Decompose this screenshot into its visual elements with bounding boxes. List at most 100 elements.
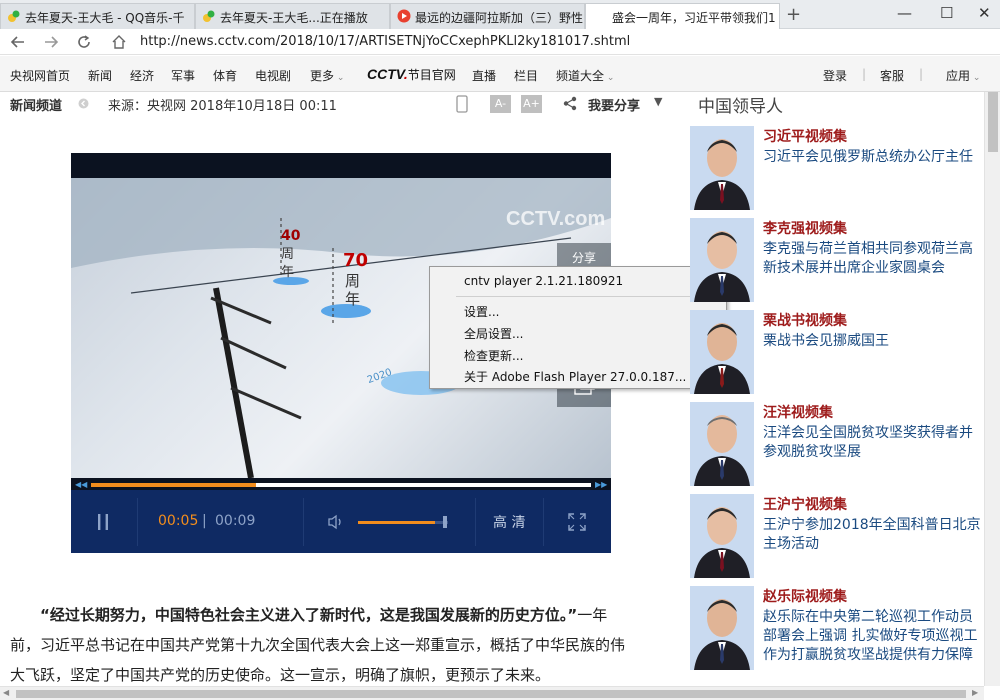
label-40-unit: 周年 xyxy=(281,247,295,280)
leader-headline[interactable]: 汪洋会见全国脱贫攻坚奖获得者并参观脱贫攻坚展 xyxy=(763,424,984,462)
close-window-button[interactable]: ✕ xyxy=(978,4,991,22)
nav-channels[interactable]: 频道大全 ⌄ xyxy=(556,67,614,84)
cctv-watermark: CCTV.com xyxy=(506,208,606,230)
qq-music-icon xyxy=(8,10,20,22)
apps-menu[interactable]: 应用 ⌄ xyxy=(946,67,980,84)
nav-tv-drama[interactable]: 电视剧 xyxy=(255,67,291,84)
scroll-left-arrow-icon[interactable]: ◀ xyxy=(3,688,9,697)
leader-portrait[interactable] xyxy=(690,586,754,670)
leader-portrait[interactable] xyxy=(690,126,754,210)
font-larger-button[interactable]: A+ xyxy=(521,95,542,113)
divider: | xyxy=(919,67,924,81)
nav-news[interactable]: 新闻 xyxy=(88,67,112,84)
leader-portrait[interactable] xyxy=(690,494,754,578)
rewind-arrow-icon[interactable]: ◀◀ xyxy=(75,480,87,489)
vertical-scroll-thumb[interactable] xyxy=(988,92,998,152)
leader-item[interactable]: 栗战书视频集 栗战书会见挪威国王 xyxy=(690,310,984,402)
minimize-button[interactable]: — xyxy=(897,4,912,22)
home-icon[interactable] xyxy=(111,34,127,50)
tab-title: 最远的边疆阿拉斯加（三）野性 xyxy=(415,11,584,25)
cctv-logo-text: CCTV xyxy=(367,66,404,82)
leader-name[interactable]: 习近平视频集 xyxy=(763,126,847,146)
tab-qq-music-1[interactable]: 去年夏天-王大毛 - QQ音乐-千 xyxy=(0,3,195,29)
nav-columns[interactable]: 栏目 xyxy=(514,67,538,84)
quality-button[interactable]: 高 清 xyxy=(493,512,525,532)
article-line-2: 前，习近平总书记在中国共产党第十九次全国代表大会上这一郑重宣示，概括了中华民族的… xyxy=(10,636,626,654)
refresh-icon[interactable] xyxy=(76,34,92,50)
portrait-image xyxy=(690,494,754,578)
horizontal-scroll-thumb[interactable] xyxy=(16,690,966,698)
label-70: 70 xyxy=(343,250,369,271)
tab-alaska-video[interactable]: 最远的边疆阿拉斯加（三）野性 xyxy=(390,3,585,29)
leader-headline[interactable]: 李克强与荷兰首相共同参观荷兰高新技术展并出席企业家圆桌会 xyxy=(763,240,984,278)
volume-handle[interactable] xyxy=(443,516,447,528)
leader-headline[interactable]: 栗战书会见挪威国王 xyxy=(763,332,984,351)
chevron-down-icon: ⌄ xyxy=(334,73,345,83)
forward-arrow-icon[interactable]: ▶▶ xyxy=(595,480,607,489)
forward-arrow-icon[interactable] xyxy=(43,34,59,50)
leader-headline[interactable]: 王沪宁参加2018年全国科普日北京主场活动 xyxy=(763,516,984,554)
maximize-button[interactable]: ☐ xyxy=(940,4,953,22)
leader-item[interactable]: 赵乐际视频集 赵乐际在中央第二轮巡视工作动员部署会上强调 扎实做好专项巡视工作为… xyxy=(690,586,984,686)
nav-home[interactable]: 央视网首页 xyxy=(10,67,70,84)
progress-remaining xyxy=(256,483,591,487)
nav-live[interactable]: 直播 xyxy=(472,67,496,84)
leader-portrait[interactable] xyxy=(690,310,754,394)
tab-qq-music-2[interactable]: 去年夏天-王大毛...正在播放 xyxy=(195,3,390,29)
back-arrow-icon[interactable] xyxy=(10,34,26,50)
share-icon[interactable] xyxy=(563,96,578,111)
horizontal-scrollbar[interactable]: ◀ ▶ xyxy=(0,686,984,700)
scroll-right-arrow-icon[interactable]: ▶ xyxy=(972,688,978,697)
leader-name[interactable]: 王沪宁视频集 xyxy=(763,494,847,514)
menu-item-version[interactable]: cntv player 2.1.21.180921 xyxy=(464,274,623,288)
nav-economy[interactable]: 经济 xyxy=(130,67,154,84)
menu-item-settings[interactable]: 设置... xyxy=(464,303,499,320)
leader-item[interactable]: 王沪宁视频集 王沪宁参加2018年全国科普日北京主场活动 xyxy=(690,494,984,586)
nav-more[interactable]: 更多 ⌄ xyxy=(310,67,344,84)
portrait-image xyxy=(690,218,754,302)
channel-link[interactable]: 新闻频道 xyxy=(10,95,62,114)
leader-headline[interactable]: 习近平会见俄罗斯总统办公厅主任 xyxy=(763,148,984,167)
back-circle-icon[interactable] xyxy=(78,98,89,109)
leader-item[interactable]: 习近平视频集 习近平会见俄罗斯总统办公厅主任 xyxy=(690,126,984,218)
leader-name[interactable]: 赵乐际视频集 xyxy=(763,586,847,606)
volume-fill xyxy=(358,521,435,524)
nav-military[interactable]: 军事 xyxy=(171,67,195,84)
pause-icon[interactable] xyxy=(96,513,110,531)
volume-icon[interactable] xyxy=(327,514,343,530)
leader-headline[interactable]: 赵乐际在中央第二轮巡视工作动员部署会上强调 扎实做好专项巡视工作为打赢脱贫攻坚战… xyxy=(763,608,984,665)
menu-item-global-settings[interactable]: 全局设置... xyxy=(464,325,523,342)
flash-context-menu: cntv player 2.1.21.180921 设置... 全局设置... … xyxy=(429,266,727,389)
leader-item[interactable]: 李克强视频集 李克强与荷兰首相共同参观荷兰高新技术展并出席企业家圆桌会 xyxy=(690,218,984,310)
mobile-icon[interactable] xyxy=(456,95,468,113)
share-button[interactable]: 我要分享 xyxy=(588,95,640,114)
portrait-image xyxy=(690,586,754,670)
menu-item-about-flash[interactable]: 关于 Adobe Flash Player 27.0.0.187... xyxy=(464,368,686,385)
article-quote: “经过长期努力，中国特色社会主义进入了新时代，这是我国发展新的历史方位。” xyxy=(40,606,578,624)
control-bar: 00:05 | 00:09 高 清 xyxy=(71,490,611,553)
leader-item[interactable]: 汪洋视频集 汪洋会见全国脱贫攻坚奖获得者并参观脱贫攻坚展 xyxy=(690,402,984,494)
progress-bar[interactable]: ◀◀ ▶▶ xyxy=(71,480,611,490)
font-smaller-button[interactable]: A- xyxy=(490,95,511,113)
volume-slider[interactable] xyxy=(358,521,448,524)
address-bar: http://news.cctv.com/2018/10/17/ARTISETN… xyxy=(0,29,1000,55)
tab-title: 去年夏天-王大毛 - QQ音乐-千 xyxy=(25,11,185,25)
divider xyxy=(543,498,544,546)
leader-name[interactable]: 栗战书视频集 xyxy=(763,310,847,330)
customer-service-link[interactable]: 客服 xyxy=(880,67,904,84)
article-line-1: “经过长期努力，中国特色社会主义进入了新时代，这是我国发展新的历史方位。”一年 xyxy=(10,600,670,630)
leader-name[interactable]: 汪洋视频集 xyxy=(763,402,833,422)
vertical-scrollbar[interactable] xyxy=(984,92,1000,686)
url-field[interactable]: http://news.cctv.com/2018/10/17/ARTISETN… xyxy=(140,34,630,49)
menu-item-check-updates[interactable]: 检查更新... xyxy=(464,347,523,364)
article-line-1-rest: 一年 xyxy=(577,606,608,624)
new-tab-button[interactable]: + xyxy=(786,4,801,25)
nav-sports[interactable]: 体育 xyxy=(213,67,237,84)
leader-portrait[interactable] xyxy=(690,402,754,486)
cctv-logo[interactable]: CCTV.节目官网 xyxy=(367,66,456,83)
login-link[interactable]: 登录 xyxy=(823,67,847,84)
tab-active-article[interactable]: 盛会一周年，习近平带领我们1 xyxy=(585,3,780,30)
leader-name[interactable]: 李克强视频集 xyxy=(763,218,847,238)
leader-portrait[interactable] xyxy=(690,218,754,302)
fullscreen-icon[interactable] xyxy=(567,512,587,532)
